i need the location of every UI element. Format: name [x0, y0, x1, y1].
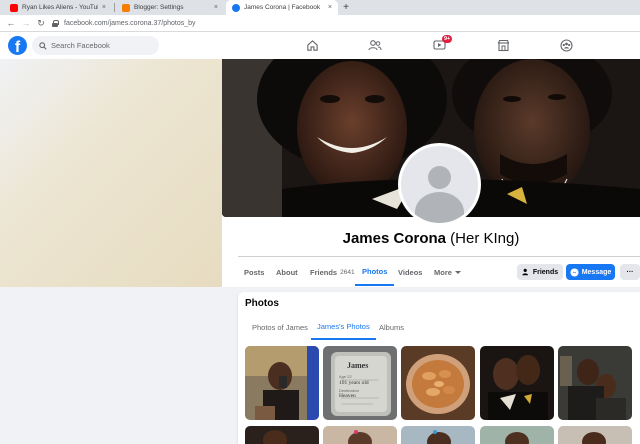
url-field[interactable]: facebook.com/james.corona.37/photos_by	[52, 18, 196, 29]
facebook-header: f 9+	[0, 32, 640, 59]
browser-tab-blogger[interactable]: Blogger: Settings ×	[116, 0, 224, 15]
close-tab-icon[interactable]: ×	[214, 4, 218, 11]
photo-thumbnail-couple[interactable]	[480, 346, 554, 420]
photo-thumbnail[interactable]	[401, 426, 475, 444]
friends-count: 2641	[340, 268, 355, 276]
photo-thumbnail-group[interactable]	[558, 346, 632, 420]
more-options-icon: ···	[626, 268, 634, 276]
memorial-place: Heaven	[339, 393, 356, 399]
tab-title: James Corona | Facebook	[244, 4, 321, 11]
facebook-logo[interactable]: f	[8, 36, 27, 55]
friends-button[interactable]: Friends	[517, 264, 563, 280]
tab-title: Ryan Likes Aliens - YouTube	[22, 4, 98, 11]
tab-friends[interactable]: Friends 2641	[310, 258, 355, 286]
subtab-label: Albums	[379, 322, 405, 332]
logo-letter: f	[14, 39, 21, 55]
profile-name: James Corona (Her KIng)	[222, 230, 640, 247]
messenger-icon	[570, 267, 579, 277]
tab-videos[interactable]: Videos	[398, 258, 422, 286]
home-icon[interactable]	[304, 37, 320, 53]
more-options-button[interactable]: ···	[620, 264, 640, 280]
tab-title: Blogger: Settings	[134, 4, 184, 11]
friends-icon[interactable]	[367, 37, 383, 53]
facebook-icon	[232, 3, 240, 12]
browser-tab-bar: Ryan Likes Aliens - YouTube × Blogger: S…	[0, 0, 640, 15]
tab-label: More	[434, 267, 452, 277]
tab-photos[interactable]: Photos	[355, 258, 395, 286]
tab-about[interactable]: About	[276, 258, 298, 286]
subtab-label: Photos of James	[252, 322, 308, 332]
new-tab-button[interactable]: +	[340, 0, 352, 15]
message-button-label: Message	[581, 268, 612, 276]
search-icon	[39, 41, 47, 50]
memorial-age-label: Age 22	[339, 374, 352, 379]
left-background	[0, 59, 222, 287]
tab-posts[interactable]: Posts	[244, 258, 264, 286]
photo-thumbnail-memorial[interactable]: James Age 22 101 years old Destination H…	[323, 346, 397, 420]
youtube-icon	[10, 3, 18, 12]
subtab-label: James's Photos	[317, 321, 370, 331]
tab-label: Photos	[362, 266, 388, 276]
friends-button-label: Friends	[532, 268, 559, 276]
profile-avatar[interactable]	[398, 143, 481, 226]
memorial-age: 101 years old	[339, 380, 369, 386]
browser-tab-facebook[interactable]: James Corona | Facebook ×	[226, 0, 338, 15]
tab-more[interactable]: More	[434, 258, 461, 286]
photo-thumbnail[interactable]	[245, 426, 319, 444]
browser-tab-youtube[interactable]: Ryan Likes Aliens - YouTube ×	[4, 0, 112, 15]
close-tab-icon[interactable]: ×	[102, 4, 106, 11]
memorial-name: James	[347, 361, 369, 370]
photo-thumbnail[interactable]	[480, 426, 554, 444]
search-box[interactable]	[32, 36, 159, 55]
photos-section-title: Photos	[245, 298, 279, 309]
tab-divider	[114, 3, 115, 12]
profile-divider	[238, 256, 640, 257]
default-avatar-icon	[401, 146, 478, 223]
marketplace-icon[interactable]	[495, 37, 511, 53]
tab-label: Videos	[398, 267, 423, 277]
back-icon[interactable]: ←	[5, 17, 17, 29]
caret-down-icon	[454, 270, 461, 274]
tab-label: Posts	[244, 267, 265, 277]
tab-label: About	[276, 267, 298, 277]
profile-name-text: James Corona	[342, 230, 446, 247]
lock-icon	[52, 20, 59, 27]
message-button[interactable]: Message	[566, 264, 615, 280]
photo-thumbnail[interactable]	[323, 426, 397, 444]
forward-icon[interactable]: →	[20, 17, 32, 29]
close-tab-icon[interactable]: ×	[328, 4, 332, 11]
search-input[interactable]	[51, 41, 151, 50]
photo-thumbnail[interactable]	[245, 346, 319, 420]
profile-nickname: (Her KIng)	[450, 230, 520, 247]
subtab-photos-of[interactable]: Photos of James	[252, 314, 308, 340]
address-bar: ← → ↻ facebook.com/james.corona.37/photo…	[0, 15, 640, 32]
subtab-albums[interactable]: Albums	[379, 314, 404, 340]
groups-icon[interactable]	[558, 37, 574, 53]
blogger-icon	[122, 3, 130, 12]
subtab-users-photos[interactable]: James's Photos	[311, 314, 376, 340]
tab-label: Friends	[310, 267, 338, 277]
notification-badge: 9+	[442, 35, 453, 43]
friend-check-icon	[522, 268, 528, 276]
url-text: facebook.com/james.corona.37/photos_by	[64, 20, 196, 27]
photo-thumbnail[interactable]	[558, 426, 632, 444]
reload-icon[interactable]: ↻	[35, 17, 47, 29]
photo-thumbnail-food[interactable]	[401, 346, 475, 420]
